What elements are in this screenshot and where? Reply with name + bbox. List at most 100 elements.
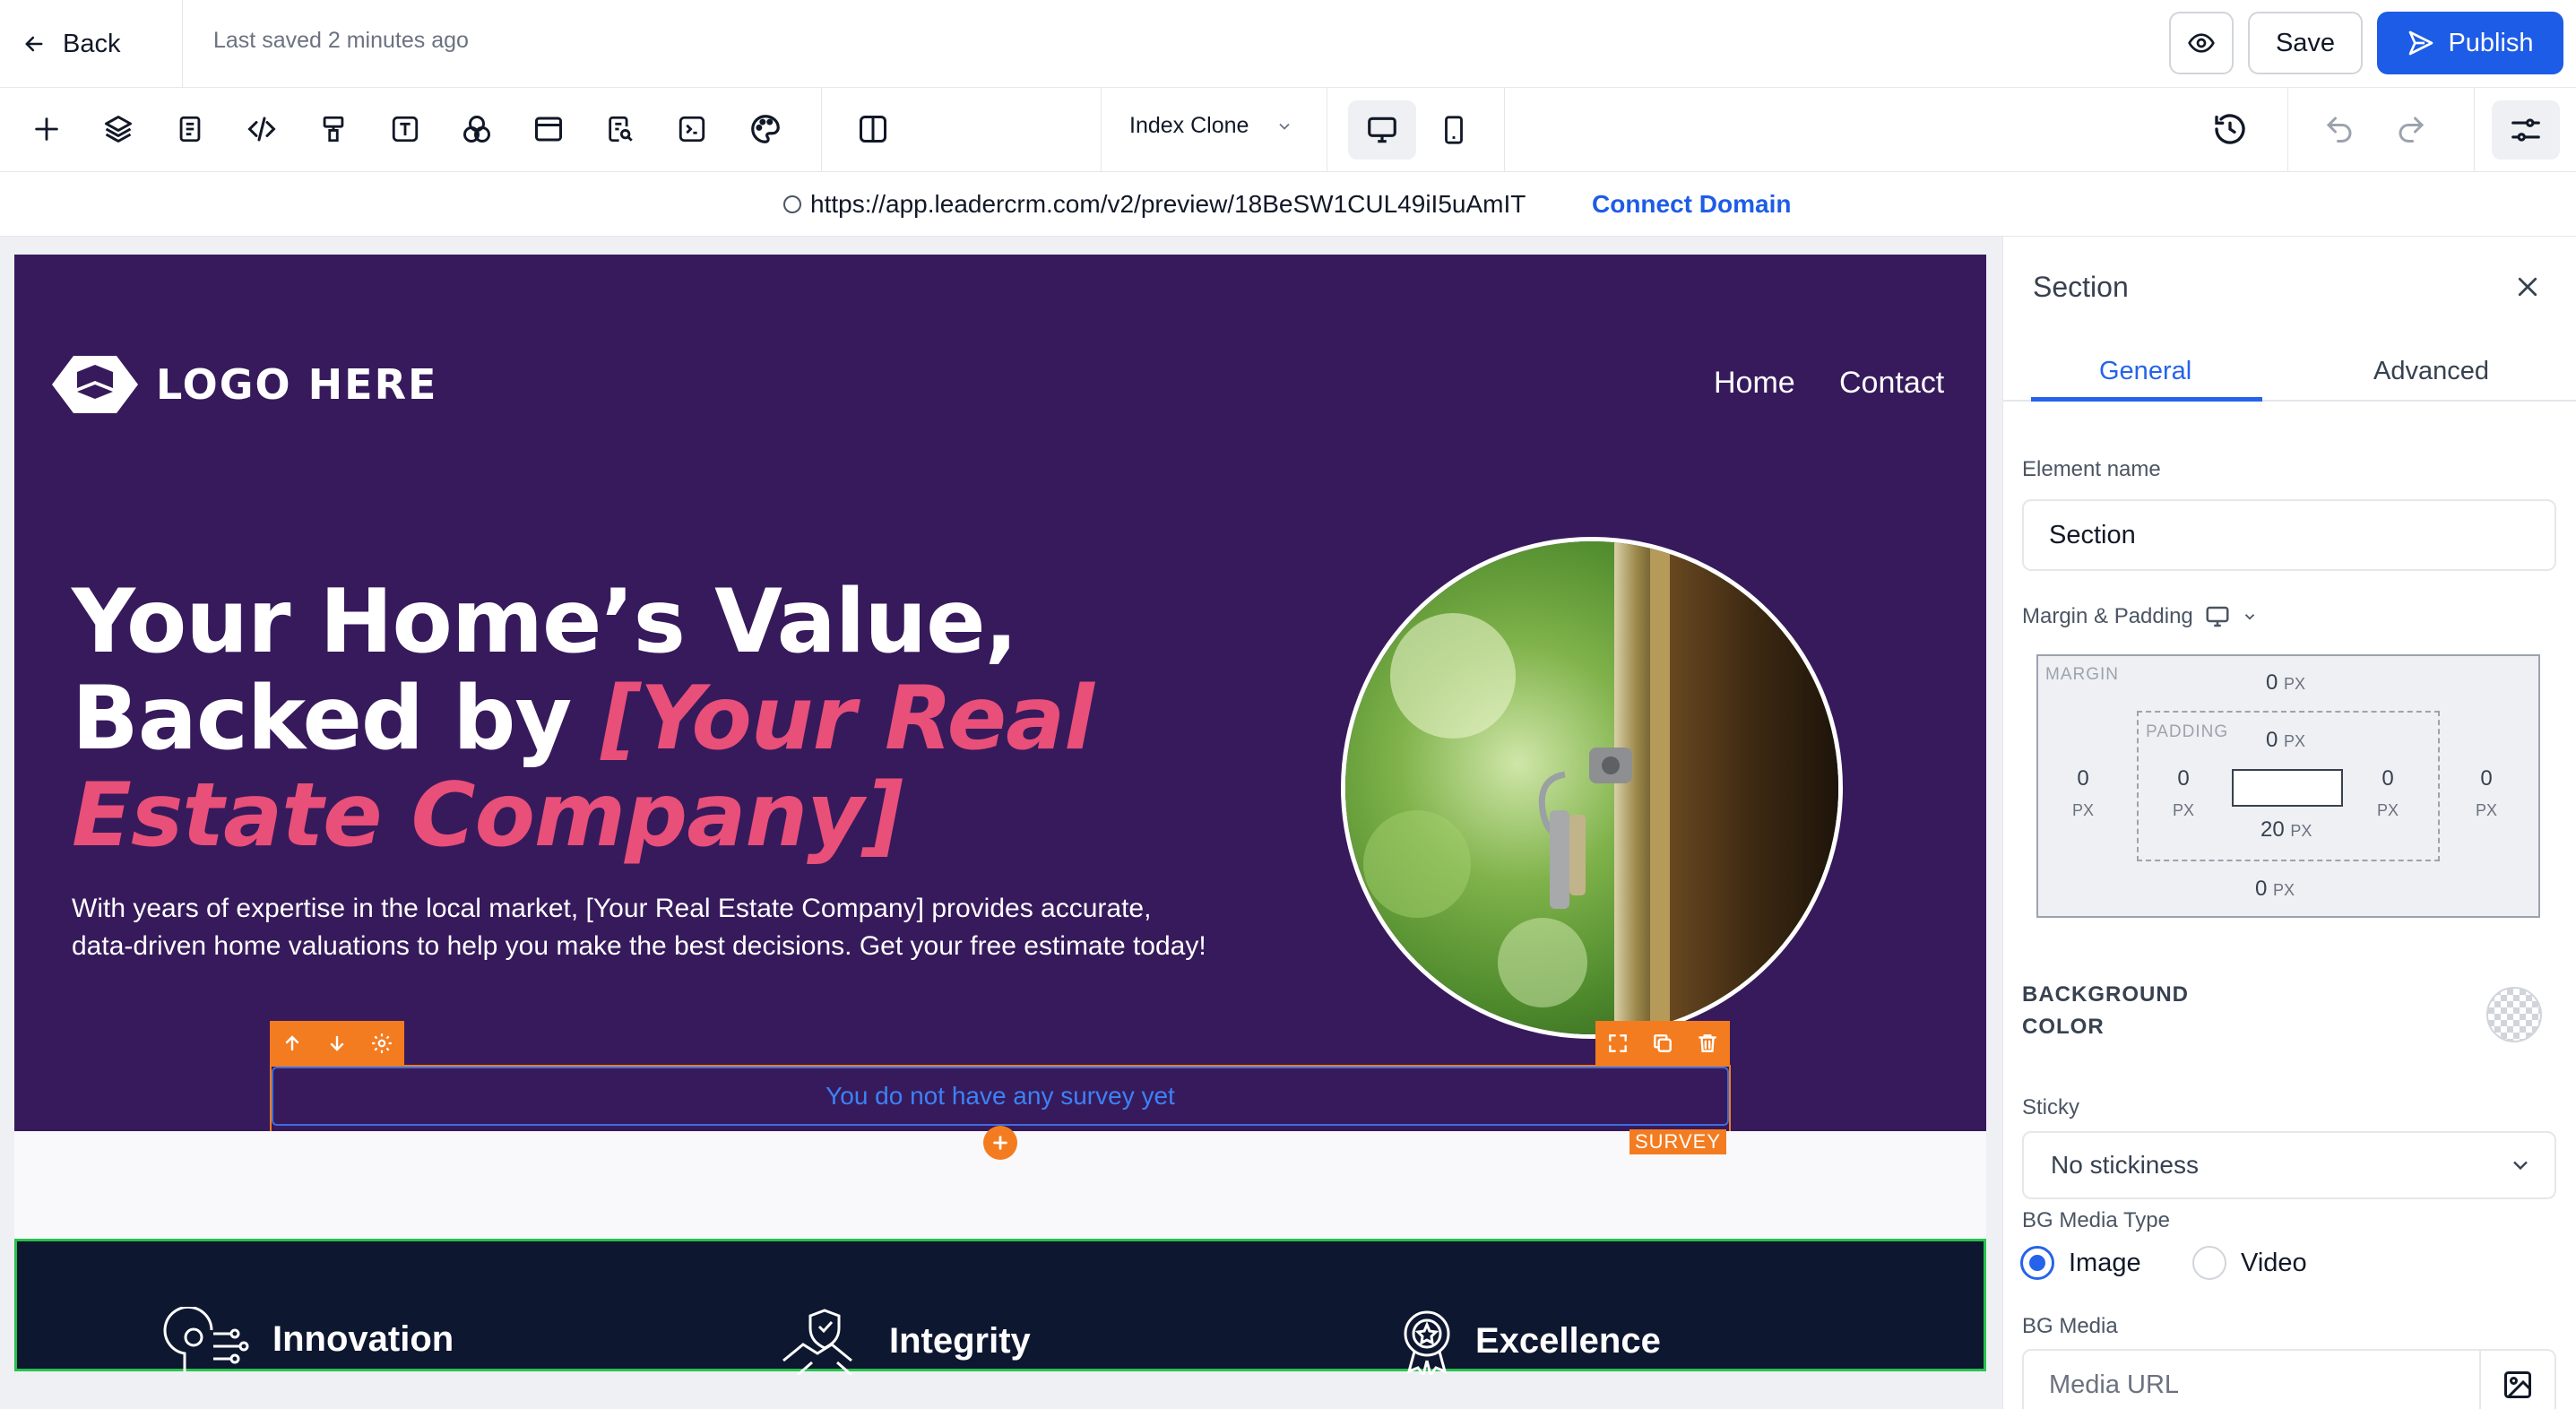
undo-icon[interactable] <box>2316 106 2363 152</box>
hero-description: With years of expertise in the local mar… <box>72 894 1206 961</box>
hexagon-logo-icon <box>47 352 143 417</box>
redo-icon[interactable] <box>2388 106 2434 152</box>
margin-right-value[interactable]: 0 PX <box>2476 764 2497 826</box>
hero-accent-2: Estate Company] <box>72 765 903 867</box>
radio-image[interactable]: Image <box>2020 1246 2141 1280</box>
hero-image[interactable] <box>1341 537 1843 1039</box>
margin-padding-label: Margin & Padding <box>2022 603 2258 630</box>
tab-general[interactable]: General <box>2099 357 2191 386</box>
page-name: Index Clone <box>1129 113 1249 138</box>
value-item-excellence: Excellence <box>1398 1307 1661 1375</box>
value-label: Innovation <box>272 1318 454 1359</box>
trash-icon[interactable] <box>1685 1021 1730 1066</box>
padding-top-value[interactable]: 0 PX <box>2266 728 2305 753</box>
radio-video-label: Video <box>2241 1248 2307 1277</box>
value-item-innovation: Innovation <box>158 1307 454 1371</box>
margin-bottom-value[interactable]: 0 PX <box>2255 877 2295 902</box>
value-label: Integrity <box>889 1320 1031 1361</box>
close-icon[interactable] <box>2510 269 2546 305</box>
window-icon[interactable] <box>525 106 572 152</box>
sticky-select[interactable]: No stickiness <box>2022 1131 2556 1199</box>
bg-media-label: BG Media <box>2022 1314 2118 1338</box>
margin-label: MARGIN <box>2045 665 2119 684</box>
media-picker-button[interactable] <box>2479 1350 2554 1409</box>
survey-placeholder[interactable]: You do not have any survey yet <box>272 1067 1729 1126</box>
back-label: Back <box>63 29 121 58</box>
layers-icon[interactable] <box>95 106 142 152</box>
logo-text: LOGO HERE <box>156 360 438 409</box>
preview-button[interactable] <box>2169 12 2234 74</box>
hero-accent-1: [Your Real <box>601 668 1094 770</box>
url-text: https://app.leadercrm.com/v2/preview/18B… <box>810 190 1526 218</box>
settings-toggle-button[interactable] <box>2492 100 2560 160</box>
padding-left-value[interactable]: 0 PX <box>2173 764 2194 826</box>
code-icon[interactable] <box>238 106 285 152</box>
nav-link-contact[interactable]: Contact <box>1839 366 1944 401</box>
award-icon <box>1398 1307 1456 1375</box>
send-icon <box>2407 29 2435 57</box>
chevron-down-icon[interactable] <box>2242 609 2258 625</box>
monitor-icon <box>1365 113 1399 147</box>
element-move-toolbar <box>270 1021 404 1066</box>
radio-image-control[interactable] <box>2020 1246 2054 1280</box>
element-type-badge: SURVEY <box>1629 1129 1726 1154</box>
padding-right-value[interactable]: 0 PX <box>2377 764 2399 826</box>
divider <box>2287 88 2288 172</box>
tab-advanced[interactable]: Advanced <box>2373 357 2489 386</box>
nav-link-home[interactable]: Home <box>1714 366 1795 401</box>
divider <box>821 88 822 172</box>
desktop-view-button[interactable] <box>1348 100 1416 160</box>
site-logo[interactable]: LOGO HERE <box>47 352 437 417</box>
arrow-up-icon[interactable] <box>270 1021 315 1066</box>
chevron-down-icon <box>2508 1153 2533 1178</box>
expand-icon[interactable] <box>1595 1021 1640 1066</box>
sticky-label: Sticky <box>2022 1095 2080 1119</box>
monitor-icon[interactable] <box>2204 603 2231 630</box>
page-icon[interactable] <box>167 106 213 152</box>
search-doc-icon[interactable] <box>597 106 644 152</box>
paint-icon[interactable] <box>310 106 357 152</box>
radio-video[interactable]: Video <box>2192 1246 2307 1280</box>
content-box <box>2232 769 2343 807</box>
margin-top-value[interactable]: 0 PX <box>2266 670 2305 696</box>
last-saved-status: Last saved 2 minutes ago <box>213 28 469 53</box>
background-color-label: BACKGROUND COLOR <box>2022 982 2189 1039</box>
palette-icon[interactable] <box>742 106 789 152</box>
connect-domain-link[interactable]: Connect Domain <box>1592 190 1791 219</box>
hero-line-1: Your Home’s Value, <box>72 571 1018 673</box>
status-circle-icon <box>783 195 801 213</box>
terminal-icon[interactable] <box>669 106 715 152</box>
element-name-input[interactable]: Section <box>2022 499 2556 571</box>
media-url-input[interactable]: Media URL <box>2022 1349 2556 1409</box>
active-tab-indicator <box>2031 397 2262 402</box>
publish-button[interactable]: Publish <box>2377 12 2563 74</box>
text-icon[interactable] <box>382 106 428 152</box>
page-selector[interactable]: Index Clone <box>1129 113 1293 139</box>
preview-url-bar: https://app.leadercrm.com/v2/preview/18B… <box>0 172 2576 237</box>
back-button[interactable]: Back <box>22 22 120 66</box>
top-bar: Back Last saved 2 minutes ago Save Publi… <box>0 0 2576 88</box>
radio-video-control[interactable] <box>2192 1246 2226 1280</box>
arrow-down-icon[interactable] <box>315 1021 359 1066</box>
divider <box>2474 88 2475 172</box>
columns-icon[interactable] <box>850 106 896 152</box>
save-button[interactable]: Save <box>2248 12 2363 74</box>
padding-bottom-value[interactable]: 20 PX <box>2260 817 2312 843</box>
bg-media-type-label: BG Media Type <box>2022 1208 2170 1232</box>
preview-url[interactable]: https://app.leadercrm.com/v2/preview/18B… <box>783 190 1526 219</box>
hero-heading: Your Home’s Value, Backed by [Your Real … <box>72 574 1192 864</box>
margin-left-value[interactable]: 0 PX <box>2072 764 2094 826</box>
history-icon[interactable] <box>2207 106 2253 152</box>
plus-icon[interactable] <box>23 106 70 152</box>
add-element-button[interactable] <box>983 1126 1017 1160</box>
value-item-integrity: Integrity <box>780 1307 1031 1375</box>
gear-icon[interactable] <box>359 1021 404 1066</box>
shapes-icon[interactable] <box>454 106 500 152</box>
sticky-value: No stickiness <box>2051 1151 2199 1179</box>
padding-label: PADDING <box>2146 722 2229 741</box>
margin-padding-text: Margin & Padding <box>2022 604 2193 628</box>
copy-icon[interactable] <box>1640 1021 1685 1066</box>
background-color-swatch[interactable] <box>2486 987 2542 1042</box>
divider <box>1101 88 1102 172</box>
mobile-view-button[interactable] <box>1420 100 1488 160</box>
